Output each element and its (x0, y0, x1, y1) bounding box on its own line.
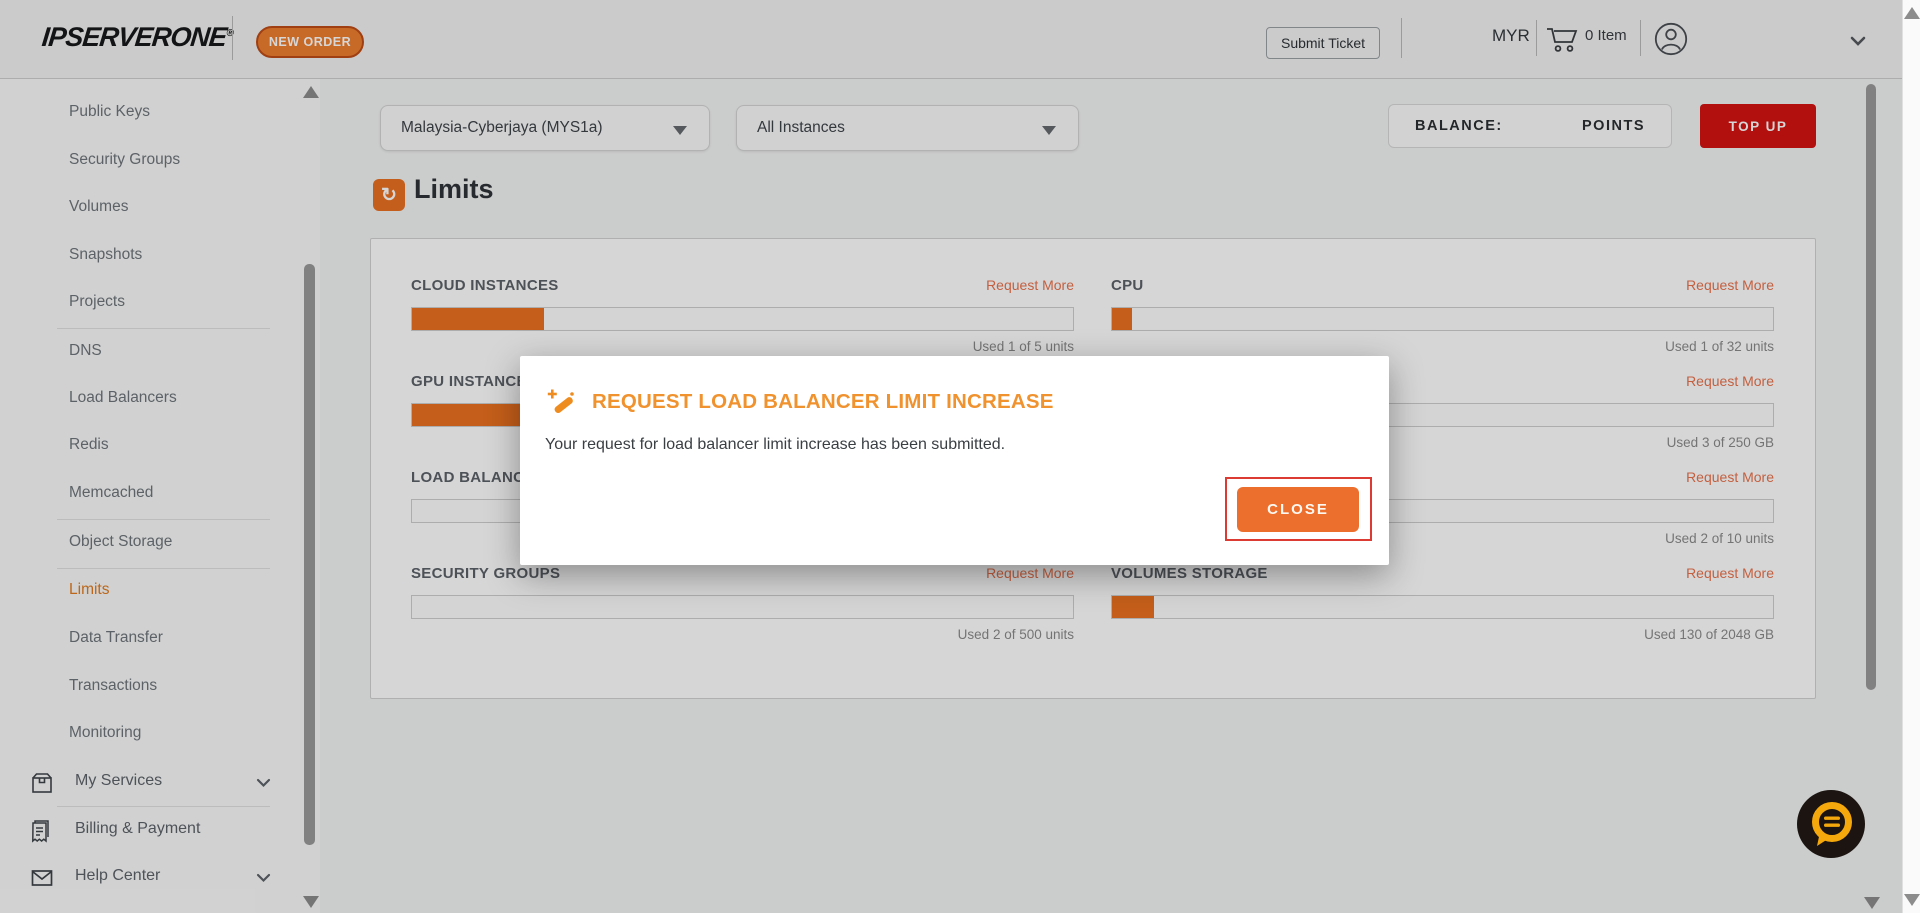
scroll-down-arrow[interactable] (1904, 894, 1920, 906)
close-button-focus-outline: CLOSE (1225, 477, 1372, 541)
scroll-up-arrow[interactable] (1904, 7, 1920, 19)
window-scrollbar[interactable] (1902, 0, 1920, 913)
modal-message: Your request for load balancer limit inc… (545, 436, 1005, 454)
app-root: IPSERVERONE® NEW ORDER Submit Ticket MYR… (0, 0, 1920, 913)
magic-wand-icon (546, 388, 576, 418)
close-button[interactable]: CLOSE (1237, 487, 1359, 532)
request-limit-modal: REQUEST LOAD BALANCER LIMIT INCREASE You… (520, 356, 1389, 565)
modal-title: REQUEST LOAD BALANCER LIMIT INCREASE (592, 390, 1054, 414)
live-chat-button[interactable] (1797, 790, 1865, 858)
